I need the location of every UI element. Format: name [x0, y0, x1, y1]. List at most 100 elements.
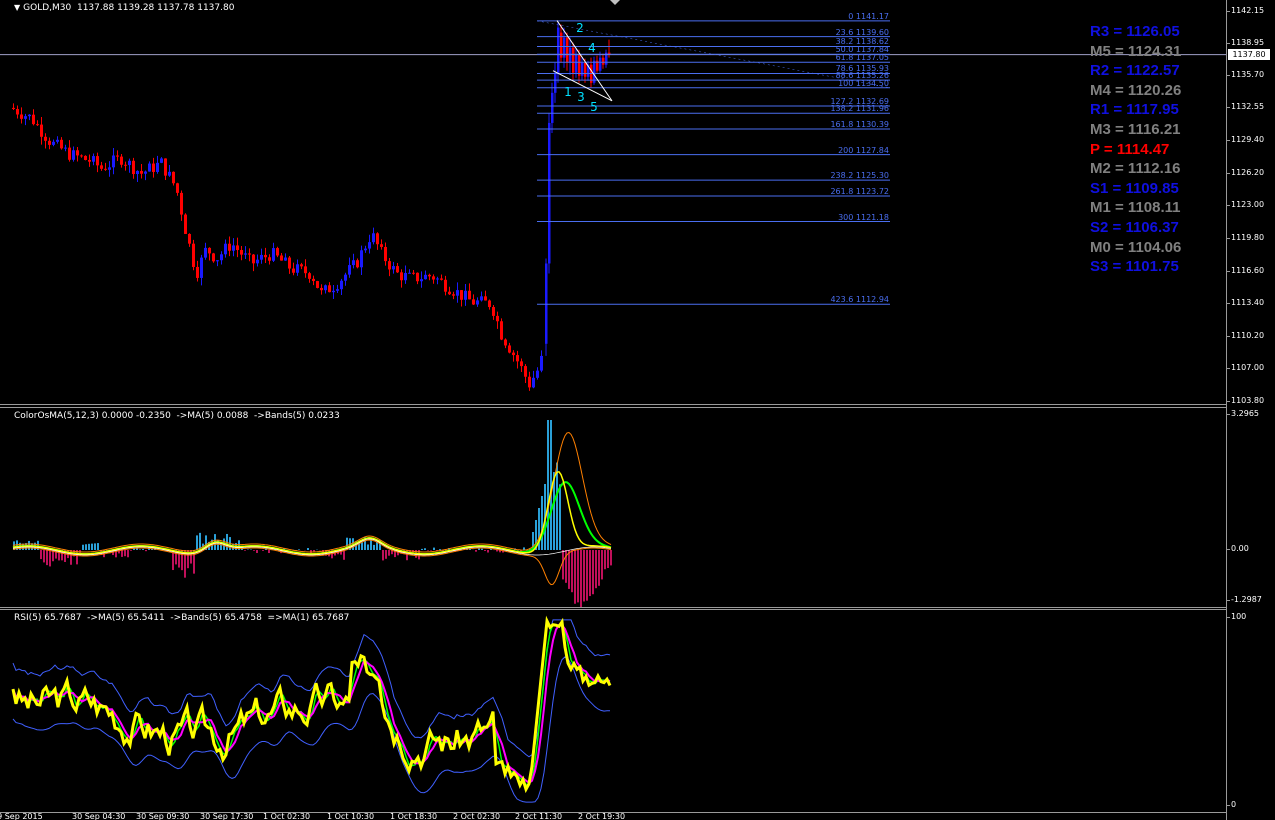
time-label: 2 Oct 11:30 — [515, 812, 563, 820]
price-chart-pane[interactable]: 1 2 3 4 5 ▼ GOLD,M30 1137.88 1139.28 1137.78 … — [0, 0, 1226, 405]
price-chart-canvas[interactable]: 1 2 3 4 5 — [0, 0, 1226, 404]
osma-bar — [496, 550, 498, 552]
fibonacci-level-label: 0 1141.17 — [848, 11, 889, 21]
price-tick: 1138.95 — [1225, 38, 1265, 47]
osma-tick: -1.2987 — [1226, 595, 1262, 604]
osma-bar — [598, 550, 600, 586]
ohlc-values: 1137.88 1139.28 1137.78 1137.80 — [76, 3, 235, 13]
osma-bar — [478, 548, 480, 550]
osma-bar — [604, 550, 606, 570]
candle — [605, 49, 608, 68]
candle — [288, 256, 291, 274]
candle — [256, 254, 259, 267]
candle — [116, 150, 119, 162]
candle — [388, 257, 391, 277]
candle — [240, 246, 243, 261]
time-label: 30 Sep 17:30 — [200, 812, 254, 820]
candle — [160, 157, 163, 164]
candle — [566, 32, 569, 71]
osma-bar — [307, 548, 309, 550]
candle — [304, 259, 307, 278]
pivot-p: P = 1114.47 — [1090, 140, 1170, 158]
candle — [352, 253, 355, 269]
candle — [276, 246, 279, 258]
candle — [408, 269, 411, 274]
rsi-indicator-pane[interactable]: RSI(5) 65.7687 ->MA(5) 65.5411 ->Bands(5… — [0, 609, 1226, 813]
fibonacci-level-label: 300 1121.18 — [838, 212, 889, 222]
candle — [264, 247, 267, 264]
candle — [320, 284, 323, 295]
osma-bar — [367, 544, 369, 550]
osma-bar — [196, 535, 198, 550]
osma-bar — [475, 550, 477, 552]
candle — [520, 358, 523, 373]
osma-bar — [580, 550, 582, 607]
candle — [569, 37, 572, 75]
osma-canvas[interactable] — [0, 408, 1226, 607]
pivot-s1: S1 = 1109.85 — [1090, 179, 1179, 197]
chart-menu-icon[interactable]: ▼ — [14, 3, 20, 12]
osma-bar — [589, 550, 591, 597]
candle — [108, 161, 111, 177]
osma-bar — [121, 550, 123, 557]
candle — [396, 263, 399, 274]
osma-bar — [595, 550, 597, 589]
osma-bar — [484, 550, 486, 551]
candle — [500, 318, 503, 341]
candle — [32, 109, 35, 126]
candle — [292, 262, 295, 276]
rsi-upper-band — [12, 619, 611, 758]
candle — [596, 55, 599, 73]
osma-bar — [376, 541, 378, 550]
candle — [460, 290, 463, 307]
candle — [92, 153, 95, 166]
candle — [456, 282, 459, 303]
osma-bar — [421, 548, 423, 550]
candle — [180, 190, 183, 221]
pivot-m0: M0 = 1104.06 — [1090, 238, 1182, 256]
candle — [260, 248, 263, 264]
osma-bar — [313, 550, 315, 552]
wave-label: 2 — [576, 21, 584, 35]
fibonacci-level-label: 23.6 1139.60 — [835, 27, 889, 37]
pivot-r2: R2 = 1122.57 — [1090, 62, 1180, 80]
osma-lower-band — [12, 539, 612, 586]
candle — [551, 82, 554, 133]
price-tick: 1129.40 — [1225, 135, 1265, 144]
time-label: 2 Oct 02:30 — [453, 812, 501, 820]
candle — [104, 162, 107, 171]
pivot-s2: S2 = 1106.37 — [1090, 218, 1179, 236]
osma-bar — [568, 550, 570, 589]
candle — [28, 114, 31, 121]
osma-bar — [382, 550, 384, 561]
osma-bar — [97, 543, 99, 550]
pivot-m2: M2 = 1112.16 — [1090, 160, 1181, 178]
candle — [176, 182, 179, 196]
osma-bar — [130, 550, 132, 551]
osma-indicator-pane[interactable]: ColorOsMA(5,12,3) 0.0000 -0.2350 ->MA(5)… — [0, 407, 1226, 608]
osma-bar — [40, 550, 42, 560]
osma-bar — [373, 544, 375, 550]
rsi-canvas[interactable] — [0, 610, 1226, 812]
candle — [332, 284, 335, 299]
candle — [280, 252, 283, 261]
candle — [572, 42, 575, 81]
osma-tick: 0.00 — [1226, 544, 1249, 553]
candle — [316, 280, 319, 289]
candle — [52, 139, 55, 147]
candle — [40, 117, 43, 145]
candle — [200, 254, 203, 286]
candle — [440, 274, 443, 281]
osma-bar — [427, 550, 429, 551]
candle — [516, 350, 519, 369]
candle — [68, 140, 71, 162]
candle — [602, 53, 605, 69]
osma-bar — [385, 550, 387, 559]
candle — [112, 148, 115, 175]
osma-bar — [562, 550, 564, 580]
osma-bar — [607, 550, 609, 569]
price-scale[interactable]: 1142.15 1138.95 1135.70 1132.55 1129.40 1126.… — [1225, 0, 1275, 820]
osma-bar — [583, 550, 585, 602]
candle — [212, 252, 215, 263]
candle — [196, 260, 199, 282]
